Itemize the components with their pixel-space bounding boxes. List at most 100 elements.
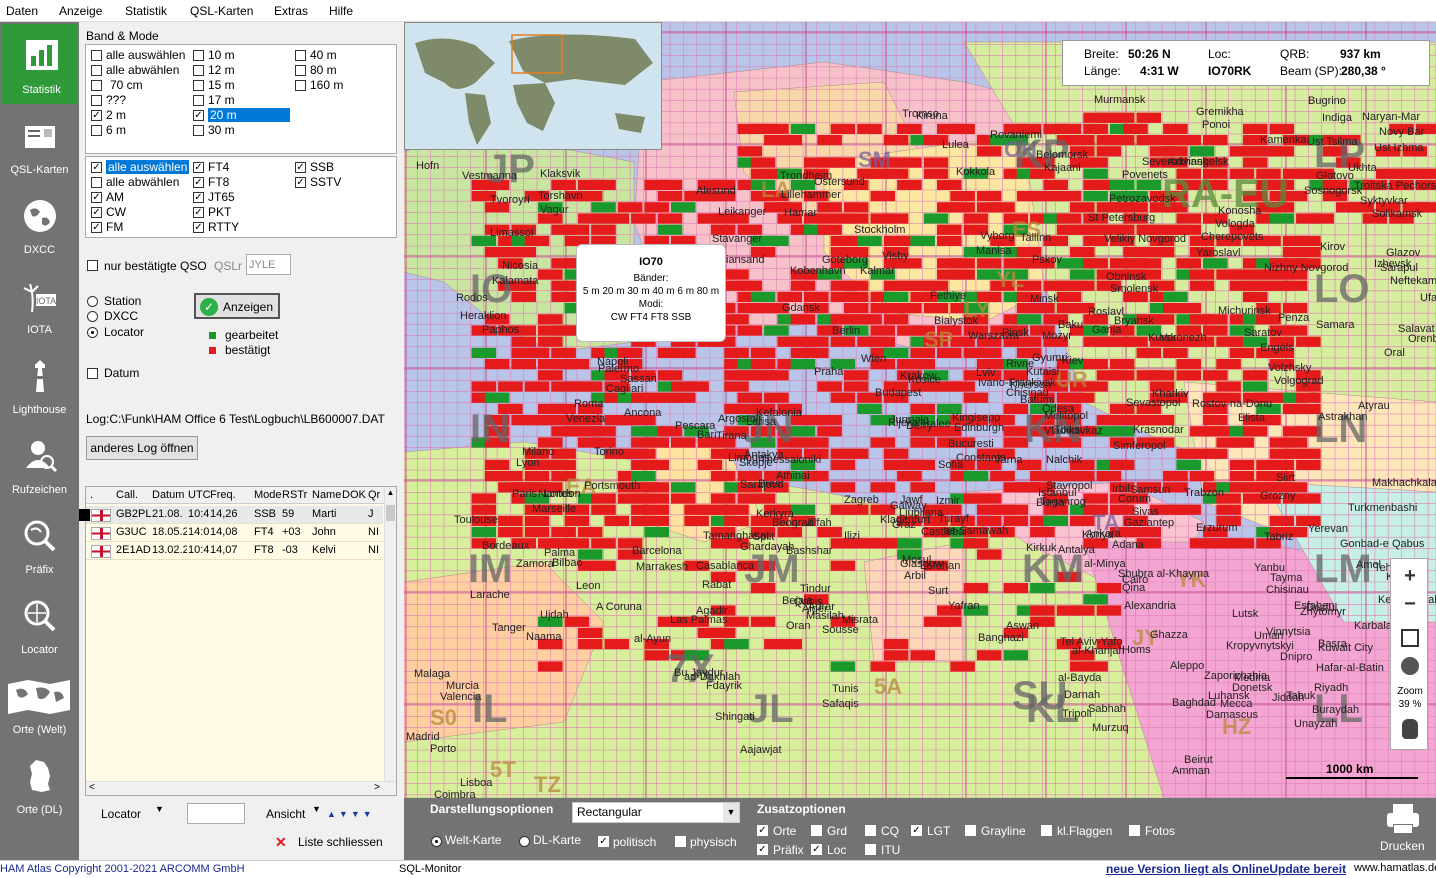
- band-checkbox[interactable]: [295, 50, 306, 61]
- band-checkbox[interactable]: ✓: [91, 110, 102, 121]
- log-column-header[interactable]: Datum: [152, 489, 184, 501]
- band-checkbox[interactable]: [193, 65, 204, 76]
- zoom-in-icon[interactable]: +: [1391, 565, 1429, 588]
- view-dropdown-label[interactable]: Ansicht: [266, 807, 305, 821]
- mode-checkbox[interactable]: ✓: [193, 192, 204, 203]
- chevron-down-icon[interactable]: ▼: [723, 803, 739, 822]
- menu-statistik[interactable]: Statistik: [125, 4, 167, 18]
- sidebar-item-iota[interactable]: IOTA IOTA: [0, 264, 79, 344]
- band-checkbox[interactable]: [295, 65, 306, 76]
- band-checkbox[interactable]: [91, 125, 102, 136]
- log-column-header[interactable]: DOK: [342, 489, 366, 501]
- mode-checkbox[interactable]: ✓: [295, 177, 306, 188]
- physical-checkbox[interactable]: [675, 836, 686, 847]
- mode-checkbox[interactable]: ✓: [91, 207, 102, 218]
- locator-radio[interactable]: [87, 327, 98, 338]
- locator-input[interactable]: [187, 803, 245, 824]
- world-map-radio[interactable]: [431, 836, 442, 847]
- chevron-down-icon[interactable]: ▼: [312, 804, 321, 814]
- extra-option-checkbox[interactable]: [965, 825, 976, 836]
- log-column-header[interactable]: RSTr: [282, 489, 307, 501]
- mode-checkbox[interactable]: ✓: [193, 222, 204, 233]
- world-overview-map[interactable]: [404, 22, 662, 150]
- political-checkbox[interactable]: ✓: [598, 836, 609, 847]
- pan-hand-icon[interactable]: [1402, 719, 1418, 739]
- mode-checkbox[interactable]: ✓: [91, 162, 102, 173]
- log-column-header[interactable]: Call.: [116, 489, 138, 501]
- band-checkbox[interactable]: [193, 95, 204, 106]
- band-checkbox[interactable]: [91, 50, 102, 61]
- log-column-header[interactable]: Name: [312, 489, 341, 501]
- update-link[interactable]: neue Version liegt als OnlineUpdate bere…: [1106, 862, 1346, 876]
- sidebar-item-orte-dl[interactable]: Orte (DL): [0, 744, 79, 824]
- band-checkbox[interactable]: ✓: [193, 110, 204, 121]
- log-column-header[interactable]: UTC: [188, 489, 211, 501]
- fit-screen-icon[interactable]: [1401, 629, 1419, 647]
- mode-checkbox[interactable]: ✓: [193, 162, 204, 173]
- table-row[interactable]: G3UC 18.05.2 14:0 14,08 FT4 +03 John NI: [86, 524, 383, 542]
- mode-checkbox[interactable]: ✓: [193, 177, 204, 188]
- chevron-down-icon[interactable]: ▼: [155, 804, 164, 814]
- scroll-thumb[interactable]: [386, 505, 395, 521]
- open-log-button[interactable]: anderes Log öffnen: [86, 436, 198, 460]
- printer-icon[interactable]: [1387, 804, 1419, 834]
- mode-checkbox[interactable]: ✓: [295, 162, 306, 173]
- map-view[interactable]: JP SM OH LA IO IN IM IL JN JM JL KN KM KL KP LP LO LN LM LL…: [404, 22, 1436, 798]
- close-list-button[interactable]: Liste schliessen: [298, 835, 383, 849]
- log-vertical-scrollbar[interactable]: ▲: [384, 487, 396, 783]
- sidebar-item-lighthouse[interactable]: Lighthouse: [0, 344, 79, 424]
- band-checkbox[interactable]: [295, 80, 306, 91]
- confirmed-only-checkbox[interactable]: [87, 260, 98, 271]
- log-horizontal-scrollbar[interactable]: < >: [86, 781, 396, 795]
- show-button[interactable]: ✓ Anzeigen: [194, 293, 280, 319]
- sidebar-item-dxcc[interactable]: DXCC: [0, 184, 79, 264]
- website-link[interactable]: www.hamatlas.de: [1354, 862, 1436, 874]
- station-radio[interactable]: [87, 296, 98, 307]
- band-checkbox[interactable]: [91, 65, 102, 76]
- band-checkbox[interactable]: [193, 80, 204, 91]
- dl-map-radio[interactable]: [519, 836, 530, 847]
- close-icon[interactable]: ✕: [275, 835, 287, 849]
- band-checkbox[interactable]: [91, 95, 102, 106]
- extra-option-checkbox[interactable]: [811, 825, 822, 836]
- mode-checkbox[interactable]: ✓: [91, 192, 102, 203]
- band-checkbox[interactable]: [193, 50, 204, 61]
- sidebar-item-qsl-karten[interactable]: QSL-Karten: [0, 104, 79, 184]
- sidebar-item-statistik[interactable]: Statistik: [2, 24, 77, 104]
- extra-option-checkbox[interactable]: ✓: [757, 825, 768, 836]
- extra-option-checkbox[interactable]: [1129, 825, 1140, 836]
- table-row[interactable]: GB2PL 21.08. 10:4 14,26 SSB 59 Marti J: [79, 506, 383, 524]
- print-label[interactable]: Drucken: [1380, 839, 1425, 853]
- menu-hilfe[interactable]: Hilfe: [329, 4, 353, 18]
- dxcc-radio[interactable]: [87, 311, 98, 322]
- extra-option-checkbox[interactable]: [865, 825, 876, 836]
- band-checkbox[interactable]: [91, 80, 102, 91]
- qsl-input[interactable]: [246, 254, 291, 275]
- mode-checkbox[interactable]: ✓: [91, 222, 102, 233]
- sidebar-item-locator[interactable]: Locator: [0, 584, 79, 664]
- log-column-header[interactable]: Qr: [368, 489, 380, 501]
- zoom-out-icon[interactable]: −: [1391, 593, 1429, 616]
- date-checkbox[interactable]: [87, 368, 98, 379]
- extra-option-checkbox[interactable]: ✓: [911, 825, 922, 836]
- menu-anzeige[interactable]: Anzeige: [59, 4, 102, 18]
- mode-checkbox[interactable]: [91, 177, 102, 188]
- sidebar-item-orte-welt[interactable]: Orte (Welt): [0, 664, 79, 744]
- extra-option-checkbox[interactable]: ✓: [811, 844, 822, 855]
- mode-checkbox[interactable]: ✓: [193, 207, 204, 218]
- scroll-up-icon[interactable]: ▲: [386, 488, 395, 497]
- scroll-right-icon[interactable]: >: [374, 782, 380, 793]
- table-row[interactable]: 2E1AD 13.02.2 10:4 14,07 FT8 -03 Kelvi NI: [86, 542, 383, 560]
- menu-qsl-karten[interactable]: QSL-Karten: [190, 4, 253, 18]
- projection-select[interactable]: Rectangular ▼: [572, 802, 740, 823]
- sidebar-item-praefix[interactable]: Präfix: [0, 504, 79, 584]
- locator-dropdown-label[interactable]: Locator: [101, 807, 141, 821]
- sql-monitor[interactable]: SQL-Monitor: [399, 863, 461, 875]
- sort-arrows-icon[interactable]: ▲▼▼▼: [327, 809, 385, 823]
- log-column-header[interactable]: Mode: [254, 489, 282, 501]
- sidebar-item-rufzeichen[interactable]: Rufzeichen: [0, 424, 79, 504]
- band-checkbox[interactable]: [193, 125, 204, 136]
- log-column-header[interactable]: .: [90, 489, 93, 501]
- extra-option-checkbox[interactable]: [865, 844, 876, 855]
- extra-option-checkbox[interactable]: ✓: [757, 844, 768, 855]
